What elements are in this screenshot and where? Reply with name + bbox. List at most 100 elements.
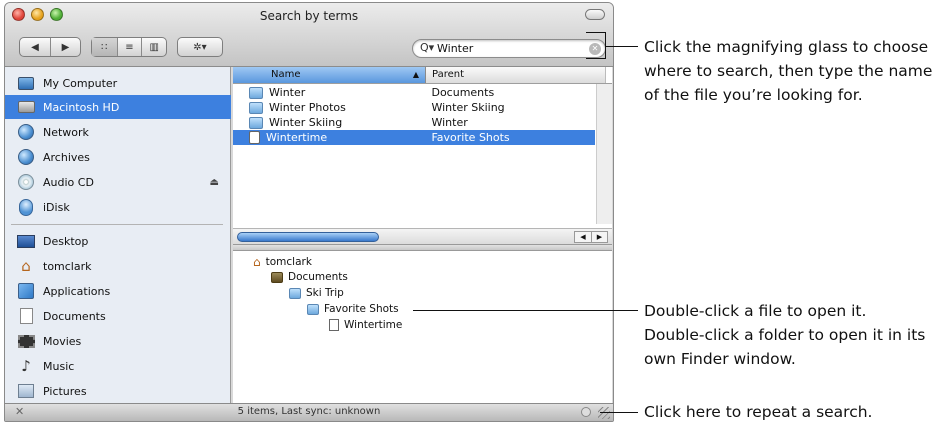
finder-window: Search by terms ◀ ▶ ∷ ≡ ▥ ✲▾ Q▾ ✕ My Com… (4, 2, 614, 422)
callout-line-text: Click the magnifying glass to choose (644, 38, 929, 56)
horizontal-scrollbar[interactable]: ◀ ▶ (233, 228, 612, 244)
callout-line-text: Double-click a file to open it. (644, 302, 867, 320)
sidebar-item-macintosh-hd[interactable]: Macintosh HD (5, 95, 231, 119)
folder-icon (271, 271, 283, 283)
sidebar-item-label: My Computer (43, 76, 118, 90)
sidebar-item-idisk[interactable]: iDisk (5, 195, 231, 219)
folder-icon (307, 303, 319, 315)
folder-icon (249, 101, 263, 114)
table-row[interactable]: Wintertime Favorite Shots (233, 130, 595, 145)
gear-icon: ✲▾ (193, 41, 207, 53)
idisk-icon (17, 198, 35, 216)
view-buttons: ∷ ≡ ▥ (91, 37, 167, 57)
callout-line-repeat (600, 412, 638, 413)
sort-ascending-icon: ▲ (412, 70, 419, 79)
row-name: Winter Skiing (269, 116, 343, 129)
sidebar-item-label: Audio CD (43, 175, 94, 189)
path-item[interactable]: Documents (271, 271, 348, 283)
sidebar-item-documents[interactable]: Documents (5, 304, 231, 328)
search-field[interactable]: Q▾ ✕ (412, 39, 606, 58)
column-headers: Name ▲ Parent (233, 67, 612, 84)
callout-repeat: Click here to repeat a search. (644, 400, 873, 424)
pane-splitter[interactable] (233, 244, 612, 251)
search-results-list: Name ▲ Parent Winter Documents Winter Ph… (233, 67, 612, 244)
folder-icon (249, 86, 263, 99)
table-row[interactable]: Winter Skiing Winter (233, 115, 595, 130)
callout-line-text: Click here to repeat a search. (644, 403, 873, 421)
document-icon (329, 319, 339, 331)
movie-icon (17, 332, 35, 350)
desktop-icon (17, 232, 35, 250)
sidebar-item-label: Pictures (43, 384, 87, 398)
home-icon: ⌂ (253, 255, 261, 269)
sidebar-item-applications[interactable]: Applications (5, 279, 231, 303)
sidebar-item-movies[interactable]: Movies (5, 329, 231, 353)
sidebar-item-label: Movies (43, 334, 82, 348)
table-row[interactable]: Winter Photos Winter Skiing (233, 100, 595, 115)
cd-icon (17, 173, 35, 191)
sidebar-item-audio-cd[interactable]: Audio CD ⏏ (5, 170, 231, 194)
forward-button[interactable]: ▶ (49, 38, 80, 56)
sidebar-item-network[interactable]: Network (5, 120, 231, 144)
vertical-scrollbar[interactable] (596, 84, 612, 224)
scroll-arrows[interactable]: ◀ ▶ (574, 231, 608, 243)
callout-line-text: own Finder window. (644, 350, 796, 368)
path-item[interactable]: ⌂ tomclark (253, 255, 312, 269)
sidebar-item-label: Network (43, 125, 89, 139)
sidebar-item-tomclark[interactable]: ⌂ tomclark (5, 254, 231, 278)
list-view-button[interactable]: ≡ (116, 38, 142, 56)
action-menu-button[interactable]: ✲▾ (177, 37, 223, 57)
window-title: Search by terms (259, 9, 359, 23)
sidebar-item-music[interactable]: ♪ Music (5, 354, 231, 378)
callout-line-search (606, 46, 638, 47)
path-item-label: Documents (288, 271, 348, 283)
globe-icon (17, 148, 35, 166)
callout-line-text: of the file you’re looking for. (644, 86, 863, 104)
resize-grip[interactable] (598, 407, 610, 419)
magnifying-glass-icon[interactable]: Q▾ (420, 41, 434, 54)
icon-view-button[interactable]: ∷ (92, 38, 117, 56)
sidebar-item-my-computer[interactable]: My Computer (5, 71, 231, 95)
status-bar: ✕ 5 items, Last sync: unknown (5, 403, 613, 421)
column-view-button[interactable]: ▥ (141, 38, 166, 56)
toolbar-toggle-button[interactable] (585, 9, 605, 20)
callout-line-text: Double-click a folder to open it in its (644, 326, 926, 344)
row-parent: Winter Skiing (431, 101, 505, 114)
path-pane: ⌂ tomclark Documents Ski Trip Favorite S… (233, 251, 612, 405)
path-item-label: Favorite Shots (324, 303, 399, 315)
home-icon: ⌂ (21, 256, 31, 275)
eject-icon[interactable]: ⏏ (210, 177, 219, 188)
path-item[interactable]: Wintertime (329, 319, 402, 331)
callout-line-open (413, 310, 638, 311)
column-header-label: Name (271, 69, 301, 80)
sidebar-item-pictures[interactable]: Pictures (5, 379, 231, 403)
search-input[interactable] (437, 42, 585, 55)
path-item[interactable]: Favorite Shots (307, 303, 399, 315)
monitor-icon (17, 74, 35, 92)
row-parent: Favorite Shots (431, 131, 510, 144)
column-header-name[interactable]: Name ▲ (233, 67, 426, 83)
path-item-label: Ski Trip (306, 287, 344, 299)
path-item[interactable]: Ski Trip (289, 287, 344, 299)
document-icon (249, 131, 260, 144)
back-button[interactable]: ◀ (20, 38, 50, 56)
music-icon: ♪ (21, 356, 31, 375)
sidebar-item-label: iDisk (43, 200, 70, 214)
scroll-right-icon[interactable]: ▶ (590, 232, 607, 242)
table-row[interactable]: Winter Documents (233, 85, 595, 100)
sidebar-item-desktop[interactable]: Desktop (5, 229, 231, 253)
sidebar-item-label: Archives (43, 150, 90, 164)
scroll-left-icon[interactable]: ◀ (575, 232, 591, 242)
callout-search: Click the magnifying glass to choose whe… (644, 35, 932, 107)
status-text: 5 items, Last sync: unknown (237, 406, 381, 417)
sidebar-item-archives[interactable]: Archives (5, 145, 231, 169)
callout-bracket (586, 32, 606, 59)
sidebar-item-label: Applications (43, 284, 111, 298)
scroll-thumb[interactable] (237, 232, 379, 242)
row-name: Winter Photos (269, 101, 346, 114)
callout-line-text: where to search, then type the name (644, 62, 933, 80)
sidebar-item-label: Music (43, 359, 75, 373)
repeat-search-button[interactable] (581, 407, 591, 417)
path-item-label: Wintertime (344, 319, 403, 331)
column-header-parent[interactable]: Parent (426, 67, 606, 83)
